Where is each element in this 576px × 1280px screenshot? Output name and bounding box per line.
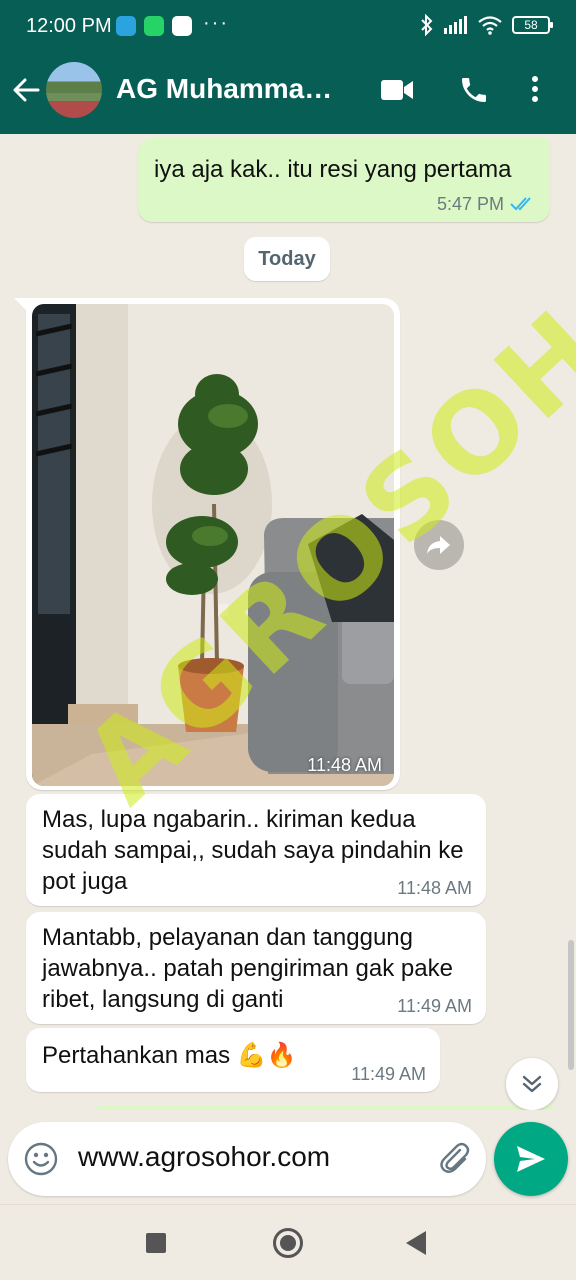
scroll-to-bottom-button[interactable]: [506, 1058, 558, 1110]
telegram-icon: [116, 16, 136, 36]
recent-apps-icon[interactable]: [146, 1233, 166, 1253]
signal-icon: [444, 16, 467, 34]
attachment-icon[interactable]: [436, 1140, 472, 1181]
message-time: 5:47 PM: [436, 194, 504, 214]
forward-button[interactable]: [414, 520, 464, 570]
back-triangle-icon[interactable]: [406, 1231, 426, 1255]
incoming-message[interactable]: Mas, lupa ngabarin.. kiriman kedua sudah…: [26, 794, 486, 906]
photo-image: [32, 304, 394, 786]
chat-header: AG Muhammad Baihaki: [0, 54, 576, 134]
system-icons: 58: [420, 14, 553, 36]
video-call-icon[interactable]: [380, 78, 414, 107]
wifi-icon: [478, 16, 502, 35]
double-chevron-down-icon: [522, 1075, 542, 1093]
double-check-icon: [510, 197, 531, 211]
image-time: 11:48 AM: [307, 755, 382, 775]
incoming-image-message[interactable]: 11:48 AM: [14, 298, 400, 790]
status-bar: 12:00 PM ··· 58: [0, 0, 576, 54]
send-icon: [517, 1146, 545, 1172]
outgoing-message[interactable]: iya aja kak.. itu resi yang pertama 5:47…: [138, 138, 550, 222]
more-notifications-icon: ···: [203, 12, 229, 34]
message-text: Mantabb, pelayanan dan tanggung jawabnya…: [42, 924, 453, 1013]
message-time: 11:49 AM: [397, 996, 472, 1016]
incoming-message[interactable]: Pertahankan mas 💪🔥 11:49 AM: [26, 1028, 440, 1092]
bluetooth-icon: [421, 14, 433, 36]
forward-icon: [427, 536, 450, 554]
overflow-menu-icon[interactable]: [530, 74, 540, 109]
system-navigation-bar: [0, 1204, 576, 1280]
chat-area[interactable]: iya aja kak.. itu resi yang pertama 5:47…: [0, 134, 576, 1134]
date-divider: Today: [244, 237, 330, 281]
incoming-message[interactable]: Mantabb, pelayanan dan tanggung jawabnya…: [26, 912, 486, 1024]
scrollbar[interactable]: [568, 940, 574, 1070]
send-button[interactable]: [494, 1122, 568, 1196]
message-text: iya aja kak.. itu resi yang pertama: [154, 156, 512, 183]
message-input[interactable]: www.agrosohor.com: [78, 1141, 418, 1173]
emoji-icon[interactable]: [24, 1142, 58, 1181]
message-text: Pertahankan mas 💪🔥: [42, 1042, 297, 1069]
plant-photo[interactable]: 11:48 AM: [32, 304, 394, 786]
whatsapp-icon: [144, 16, 164, 36]
gmail-icon: [172, 16, 192, 36]
voice-call-icon[interactable]: [458, 74, 490, 111]
message-time: 11:48 AM: [397, 878, 472, 898]
home-icon[interactable]: [273, 1228, 303, 1258]
contact-name[interactable]: AG Muhammad Baihaki: [116, 73, 346, 105]
message-time: 11:49 AM: [351, 1064, 426, 1084]
battery-icon: 58: [512, 16, 553, 34]
status-time: 12:00 PM: [26, 15, 112, 37]
back-arrow-icon[interactable]: [12, 76, 40, 109]
contact-avatar[interactable]: [46, 62, 102, 118]
message-input-box[interactable]: www.agrosohor.com: [8, 1122, 486, 1196]
notification-icons: [116, 16, 192, 36]
